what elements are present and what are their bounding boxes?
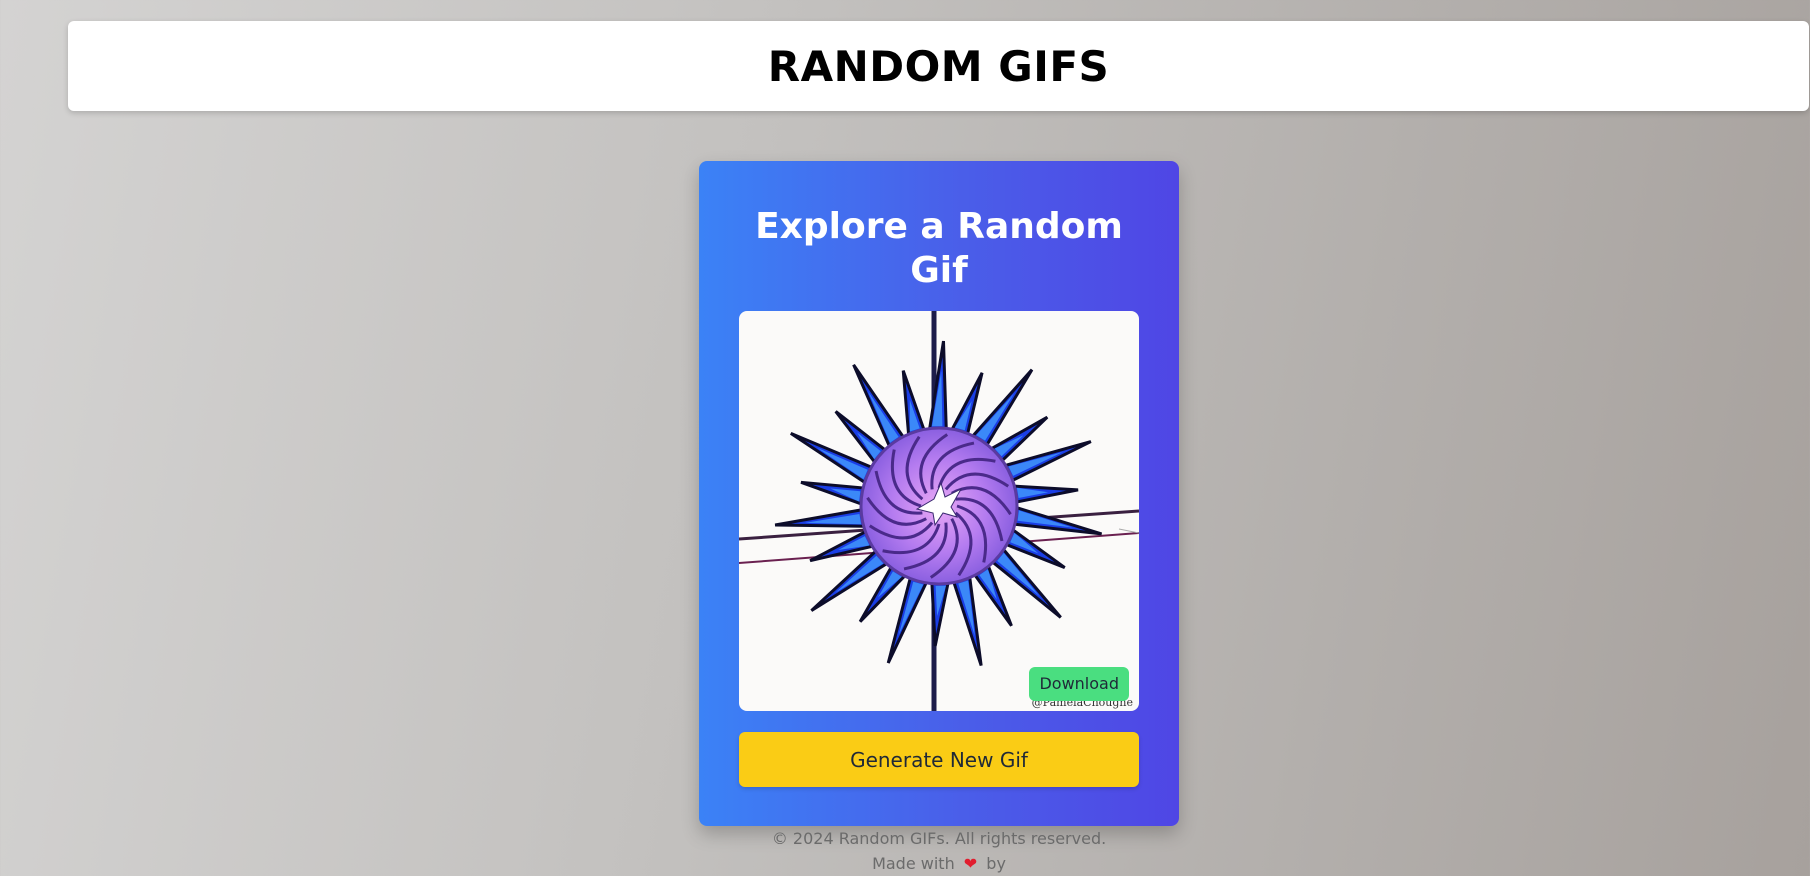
gif-spike-highlight: [835, 555, 884, 593]
made-with-line: Made with ❤ by: [0, 851, 1810, 876]
by-text: by: [986, 854, 1006, 873]
page-footer: © 2024 Random GIFs. All rights reserved.…: [0, 826, 1810, 876]
card-title: Explore a Random Gif: [755, 206, 1123, 291]
gif-display: @PamelaChoughe Download: [739, 311, 1139, 711]
random-gif-image: [739, 311, 1139, 711]
gif-spike-highlight: [997, 552, 1040, 597]
download-button[interactable]: Download: [1029, 667, 1129, 701]
heart-icon: ❤: [963, 854, 978, 873]
gif-card: Explore a Random Gif @PamelaChoughe Down…: [699, 161, 1179, 826]
made-with-text: Made with: [872, 854, 955, 873]
site-title: RANDOM GIFS: [767, 41, 1110, 91]
gif-spike: [929, 573, 952, 647]
generate-new-gif-button[interactable]: Generate New Gif: [739, 732, 1139, 787]
page-header: RANDOM GIFS: [68, 21, 1809, 111]
copyright-text: © 2024 Random GIFs. All rights reserved.: [771, 829, 1107, 848]
